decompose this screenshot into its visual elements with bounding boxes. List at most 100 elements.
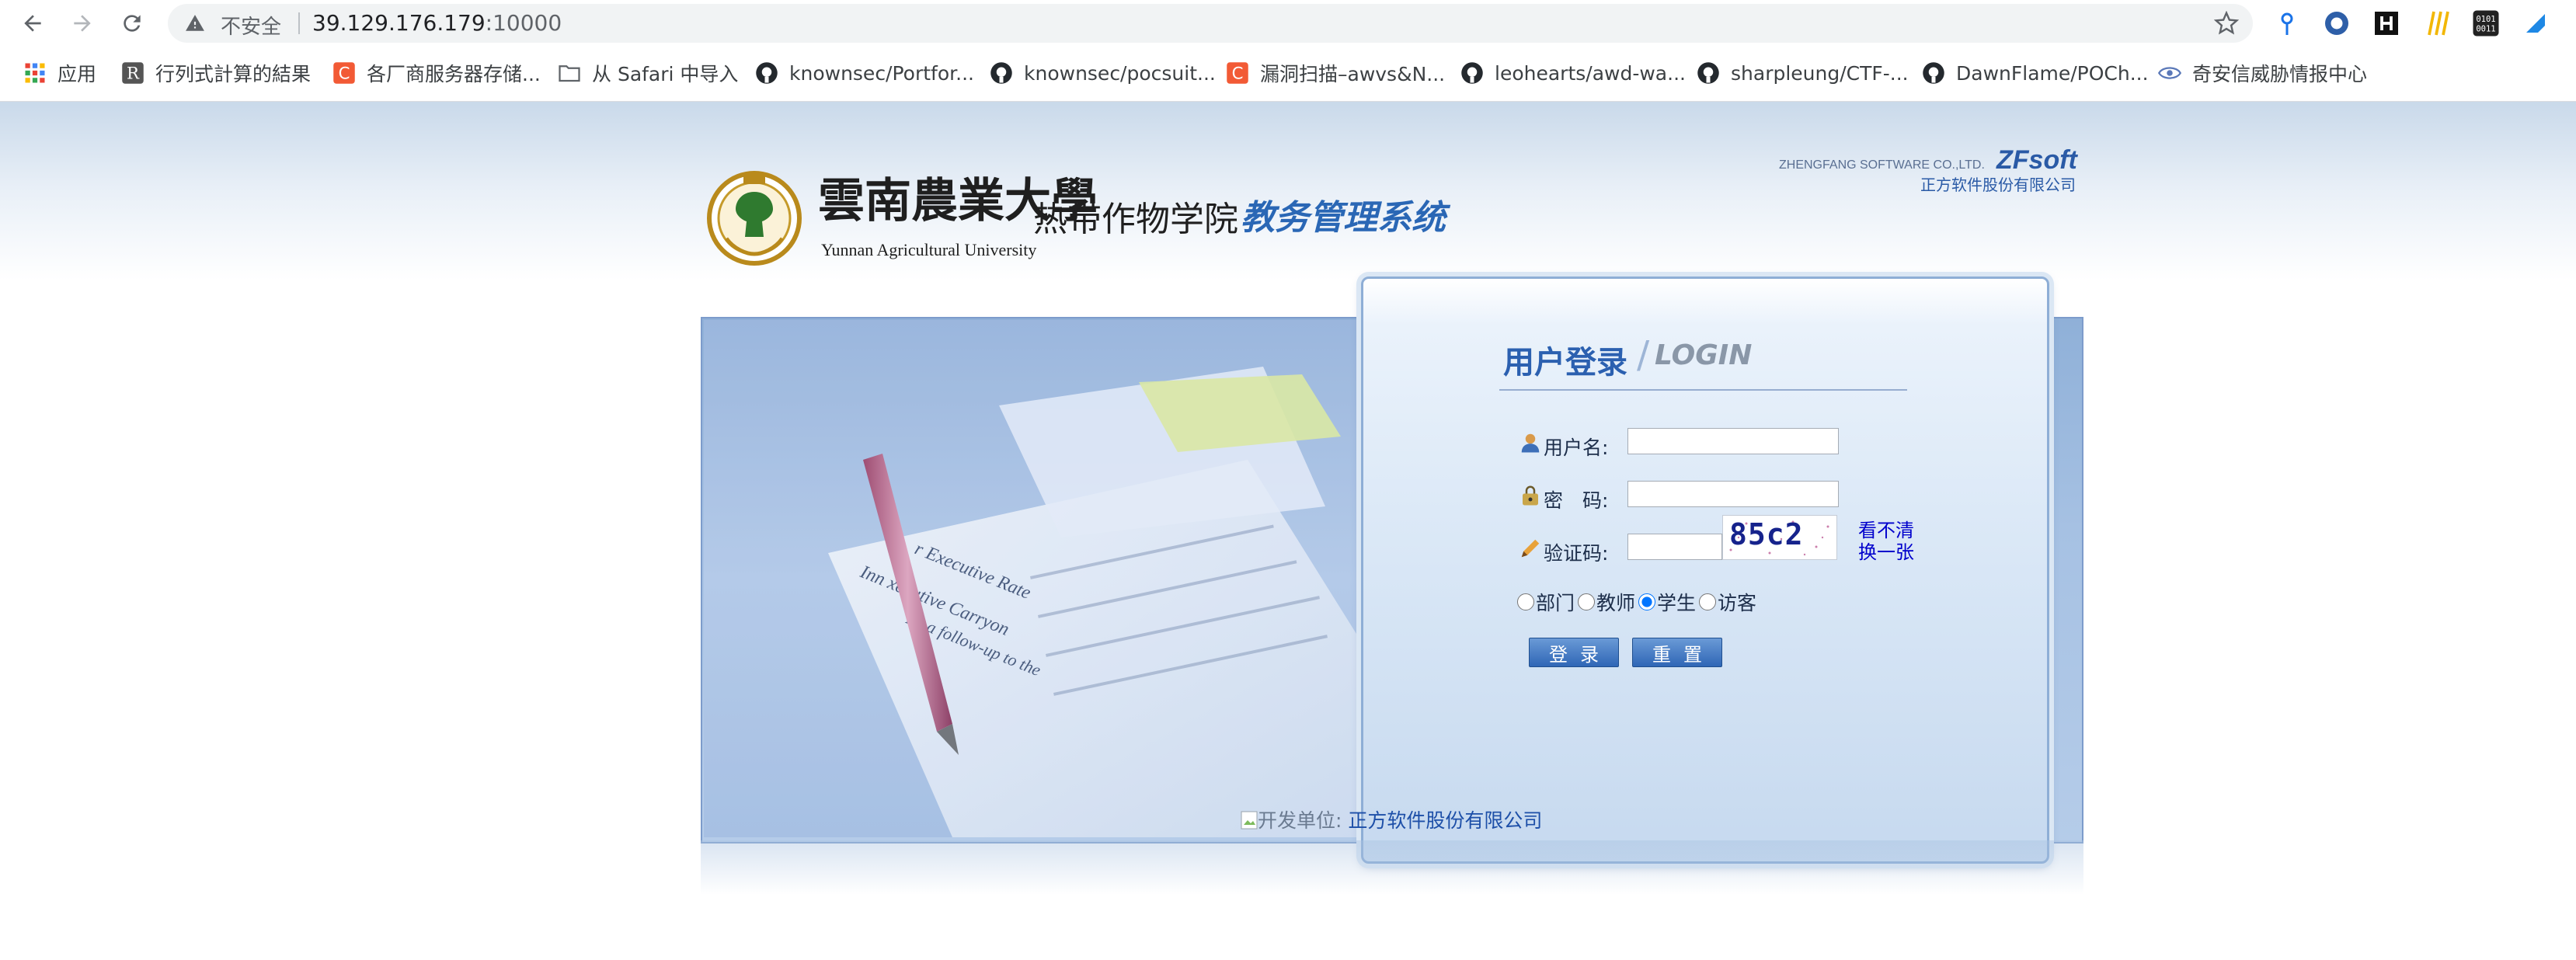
college-name-cn: 热带作物学院 [1033, 200, 1238, 239]
reload-button[interactable] [117, 8, 148, 39]
circle-extension-icon[interactable] [2323, 9, 2351, 37]
bookmark-label: 行列式計算的結果 [155, 63, 312, 85]
eye-icon [2158, 67, 2181, 79]
github-icon [1923, 62, 1944, 84]
captcha-image[interactable]: 85c2 [1722, 515, 1837, 560]
forward-button[interactable] [67, 8, 98, 39]
username-input[interactable] [1627, 428, 1839, 454]
slashes-extension-icon[interactable] [2422, 9, 2450, 37]
browser-chrome: 不安全 39.129.176.179:10000 0101 0011 应用 R 行… [0, 0, 2576, 103]
refresh-captcha-link[interactable]: 看不清 换一张 [1858, 520, 1914, 563]
role-label: 访客 [1718, 592, 1757, 614]
github-icon [1461, 62, 1483, 84]
url-port: :10000 [485, 10, 562, 36]
bookmark-folder[interactable]: 从 Safari 中导入 [558, 57, 738, 89]
title-underline [1499, 389, 1907, 391]
login-panel: 用户登录 / LOGIN 用户名: 密 码: 验证码: 85c2 看不清 换一张… [1361, 277, 2049, 864]
role-radio-department[interactable] [1517, 593, 1534, 610]
svg-text:0011: 0011 [2476, 25, 2495, 34]
bookmark-item[interactable]: sharpleung/CTF-... [1697, 57, 1909, 89]
c-logo-icon: C [1227, 62, 1248, 84]
reset-button[interactable]: 重置 [1632, 638, 1722, 667]
bookmark-item[interactable]: R 行列式計算的結果 [121, 57, 311, 89]
role-option-teacher[interactable]: 教师 [1578, 588, 1635, 616]
password-input[interactable] [1627, 481, 1839, 507]
login-title: 用户登录 [1503, 345, 1627, 381]
bookmark-item[interactable]: leohearts/awd-wa... [1460, 57, 1686, 89]
bookmark-label: knownsec/Portfor... [789, 61, 974, 85]
developer-link[interactable]: 正方软件股份有限公司 [1348, 809, 1542, 832]
lock-icon [1523, 485, 1538, 506]
bookmark-label: 应用 [57, 63, 97, 85]
feather-extension-icon[interactable] [2522, 9, 2550, 37]
role-label: 学生 [1657, 592, 1697, 614]
bookmark-item[interactable]: knownsec/pocsuit... [990, 57, 1216, 89]
login-button[interactable]: 登录 [1529, 638, 1619, 667]
university-logo: 雲南農業大學 Yunnan Agricultural University 热带… [703, 167, 1480, 268]
system-name: 教务管理系统 [1241, 198, 1451, 238]
captcha-input[interactable] [1627, 534, 1722, 560]
h-extension-icon[interactable] [2372, 9, 2400, 37]
url-text[interactable]: 39.129.176.179:10000 [312, 10, 562, 36]
role-option-student[interactable]: 学生 [1638, 588, 1696, 616]
broken-image-icon [1241, 811, 1258, 830]
bookmark-item[interactable]: knownsec/Portfor... [755, 57, 974, 89]
login-title-en: LOGIN [1655, 339, 1753, 371]
github-icon [990, 62, 1012, 84]
bookmark-label: knownsec/pocsuit... [1024, 61, 1216, 85]
r-logo-icon: R [122, 62, 144, 84]
role-radio-teacher[interactable] [1578, 593, 1596, 610]
refresh-line-1: 看不清 [1858, 520, 1914, 541]
warning-triangle-icon [186, 15, 204, 31]
security-status-text: 不安全 [221, 16, 282, 39]
url-host: 39.129.176.179 [312, 10, 486, 36]
developer-footer: 开发单位: 正方软件股份有限公司 [1241, 805, 1542, 833]
vendor-logo: ZHENGFANG SOFTWARE CO.,LTD. ZFsoft 正方软件股… [1779, 141, 2082, 195]
role-radio-student[interactable] [1638, 593, 1656, 610]
role-label: 教师 [1596, 592, 1636, 614]
c-logo-icon: C [333, 62, 355, 84]
vendor-name-cn: 正方软件股份有限公司 [1920, 176, 2076, 194]
role-option-visitor[interactable]: 访客 [1699, 588, 1756, 616]
user-icon [1521, 433, 1540, 453]
role-radio-visitor[interactable] [1699, 593, 1717, 610]
svg-text:C: C [1232, 64, 1244, 84]
svg-text:R: R [127, 64, 140, 84]
bookmark-label: 漏洞扫描–awvs&N... [1260, 63, 1446, 85]
role-label: 部门 [1536, 592, 1575, 614]
login-page: 雲南農業大學 Yunnan Agricultural University 热带… [0, 102, 2576, 960]
banner-reflection [701, 840, 2083, 895]
bookmark-item[interactable]: C 漏洞扫描–awvs&N... [1226, 57, 1445, 89]
arrow-left-icon [24, 15, 41, 32]
arrow-right-icon [74, 15, 91, 32]
bookmark-label: 奇安信威胁情报中心 [2192, 63, 2368, 85]
bookmark-star-icon[interactable] [2214, 11, 2239, 36]
bookmark-apps[interactable]: 应用 [23, 57, 96, 89]
captcha-label: 验证码: [1544, 542, 1609, 565]
title-divider: / [1637, 333, 1650, 377]
captcha-text: 85c2 [1729, 517, 1804, 551]
role-selector: 部门 教师 学生 访客 [1517, 588, 1760, 616]
vendor-name-en: ZHENGFANG SOFTWARE CO.,LTD. [1779, 158, 1985, 172]
password-label: 密 码: [1544, 489, 1609, 512]
vendor-brand: ZFsoft [1996, 145, 2079, 175]
svg-text:C: C [339, 64, 350, 84]
github-icon [1697, 62, 1719, 84]
bookmark-label: 各厂商服务器存储... [367, 63, 541, 85]
github-icon [756, 62, 778, 84]
bookmarks-bar: 应用 R 行列式計算的結果 C 各厂商服务器存储... 从 Safari 中导入… [0, 50, 2576, 96]
folder-icon [559, 65, 580, 82]
university-name-en: Yunnan Agricultural University [821, 240, 1036, 259]
bookmark-item[interactable]: C 各厂商服务器存储... [332, 57, 541, 89]
address-bar[interactable]: 不安全 39.129.176.179:10000 [168, 4, 2253, 43]
bookmark-item[interactable]: 奇安信威胁情报中心 [2158, 57, 2367, 89]
broken-image-alt: 开发单位: [1258, 809, 1342, 832]
refresh-line-2: 换一张 [1858, 541, 1914, 563]
role-option-department[interactable]: 部门 [1517, 588, 1575, 616]
bookmark-item[interactable]: DawnFlame/POCh... [1922, 57, 2149, 89]
apps-grid-icon [25, 63, 45, 83]
binary-extension-icon[interactable]: 01010011 [2472, 9, 2500, 37]
svg-text:0101: 0101 [2476, 15, 2495, 24]
back-button[interactable] [17, 8, 48, 39]
location-pin-extension-icon[interactable] [2273, 9, 2301, 37]
